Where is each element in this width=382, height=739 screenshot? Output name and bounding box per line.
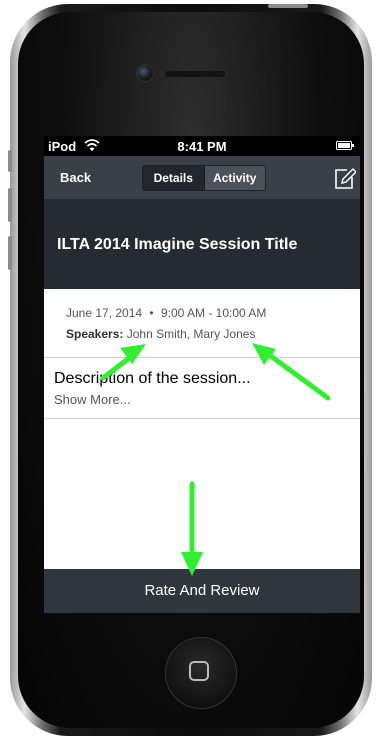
session-speakers: Speakers: John Smith, Mary Jones [66,327,255,341]
screen: iPod 8:41 PM Back Details Activity ILTA … [44,136,360,613]
session-time: 9:00 AM - 10:00 AM [160,306,267,320]
session-title: ILTA 2014 Imagine Session Title [57,236,298,253]
sleep-button [268,4,308,8]
status-bar: iPod 8:41 PM [44,136,360,156]
session-info: June 17, 2014 • 9:00 AM - 10:00 AM Speak… [44,289,360,358]
session-header: ILTA 2014 Imagine Session Title [44,199,360,289]
battery-icon [336,141,354,150]
rate-review-button[interactable]: Rate And Review [44,569,360,613]
status-time: 8:41 PM [177,139,227,154]
speaker-grille [164,70,226,78]
volume-down-button [8,236,12,270]
side-button [8,150,12,172]
segmented-control: Details Activity [142,165,266,191]
datetime-separator: • [149,306,154,320]
compose-icon[interactable] [334,168,356,190]
home-square-icon [189,661,209,681]
tab-details[interactable]: Details [143,166,205,190]
session-date: June 17, 2014 [66,306,143,320]
description-section: Description of the session... Show More.… [44,358,360,419]
speakers-label: Speakers: [66,327,124,341]
home-button[interactable] [165,637,237,709]
show-more-link[interactable]: Show More... [54,392,131,407]
camera-icon [136,64,154,82]
session-description: Description of the session... [54,370,251,387]
tab-activity[interactable]: Activity [204,166,265,190]
session-datetime: June 17, 2014 • 9:00 AM - 10:00 AM [66,306,266,320]
volume-up-button [8,188,12,222]
speakers-names: John Smith, Mary Jones [126,327,256,341]
navigation-bar: Back Details Activity [44,156,360,199]
back-button[interactable]: Back [50,165,106,190]
